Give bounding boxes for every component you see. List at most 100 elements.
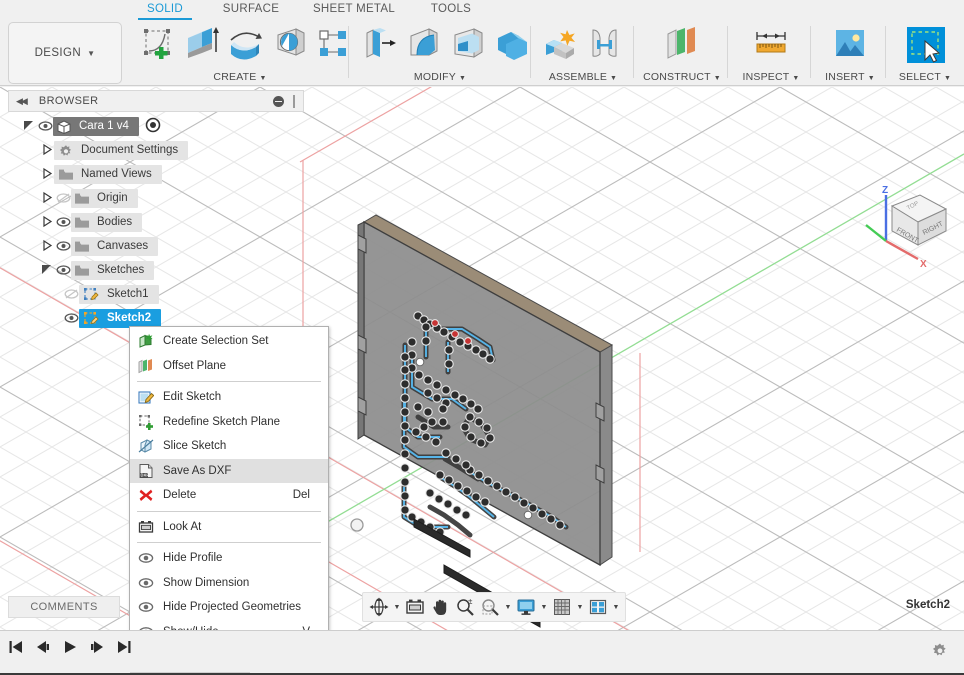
select-window-icon[interactable] <box>905 24 945 66</box>
menu-item-slice-sketch[interactable]: Slice Sketch <box>130 434 328 459</box>
ribbon-group-create: CREATE ▼ <box>134 20 346 86</box>
zoom-window-icon[interactable] <box>478 595 502 619</box>
comments-panel-button[interactable]: COMMENTS <box>8 596 120 618</box>
menu-item-show-dimension[interactable]: Show Dimension <box>130 571 328 596</box>
tree-item-canvases[interactable]: Canvases <box>0 234 300 258</box>
tree-item-label: Canvases <box>97 240 149 252</box>
tab-sheet-metal[interactable]: SHEET METAL <box>306 0 402 20</box>
press-pull-icon[interactable] <box>360 24 400 66</box>
expander-closed-icon[interactable] <box>40 215 54 229</box>
tree-item-bodies[interactable]: Bodies <box>0 210 300 234</box>
menu-item-label: Create Selection Set <box>163 335 269 348</box>
expander-closed-icon[interactable] <box>40 191 54 205</box>
visibility-eye-hidden-icon[interactable] <box>56 192 71 204</box>
chevron-down-icon[interactable]: ▼ <box>392 604 402 611</box>
tab-sheet-metal-label: SHEET METAL <box>312 3 396 15</box>
tree-item-sketches[interactable]: Sketches <box>0 258 300 282</box>
play-icon[interactable] <box>62 639 78 655</box>
measure-icon[interactable] <box>751 24 791 66</box>
expander-open-icon[interactable] <box>40 263 54 277</box>
tree-item-label: Sketch1 <box>107 288 149 300</box>
selection-set-icon <box>138 333 154 349</box>
zoom-icon[interactable]: ± <box>453 595 477 619</box>
timeline-settings-gear-icon[interactable] <box>931 642 949 660</box>
expander-closed-icon[interactable] <box>40 167 54 181</box>
offset-plane-icon[interactable] <box>662 24 702 66</box>
menu-item-hide-profile[interactable]: Hide Profile <box>130 546 328 571</box>
revolve-icon[interactable] <box>226 24 266 66</box>
chevron-down-icon[interactable]: ▼ <box>539 604 549 611</box>
step-back-icon[interactable] <box>35 639 51 655</box>
chevron-down-icon[interactable]: ▼ <box>575 604 585 611</box>
activate-component-radio[interactable] <box>145 117 161 136</box>
extrude-icon[interactable] <box>182 24 222 66</box>
tree-item-label: Bodies <box>97 216 133 228</box>
folder-icon <box>58 168 74 181</box>
ribbon-group-insert: INSERT ▼ <box>817 20 883 86</box>
dxf-icon: DXF <box>138 463 154 479</box>
ribbon-group-insert-label: INSERT <box>825 71 865 83</box>
combine-icon[interactable] <box>492 24 532 66</box>
minus-circle-icon[interactable] <box>273 95 284 107</box>
create-sketch-icon[interactable] <box>138 24 178 66</box>
expander-open-icon[interactable] <box>22 119 36 133</box>
viewports-icon[interactable] <box>586 595 610 619</box>
visibility-eye-icon[interactable] <box>56 216 71 228</box>
chevron-down-icon[interactable]: ▼ <box>611 604 621 611</box>
visibility-eye-icon[interactable] <box>56 240 71 252</box>
visibility-eye-icon[interactable] <box>56 264 71 276</box>
tree-item-document-settings[interactable]: Document Settings <box>0 138 300 162</box>
chevron-down-icon[interactable]: ▼ <box>503 604 513 611</box>
tree-item-named-views[interactable]: Named Views <box>0 162 300 186</box>
redefine-plane-icon <box>138 414 154 430</box>
step-forward-icon[interactable] <box>89 639 105 655</box>
pan-hand-icon[interactable] <box>428 595 452 619</box>
ribbon-group-construct: CONSTRUCT ▼ <box>640 20 724 86</box>
menu-item-offset-plane[interactable]: Offset Plane <box>130 354 328 379</box>
browser-panel-header: ◀◀ BROWSER <box>8 90 304 112</box>
expander-closed-icon[interactable] <box>40 143 54 157</box>
visibility-eye-icon[interactable] <box>38 120 53 132</box>
menu-item-edit-sketch[interactable]: Edit Sketch <box>130 385 328 410</box>
tree-item-origin[interactable]: Origin <box>0 186 300 210</box>
look-at-icon[interactable] <box>403 595 427 619</box>
tree-item-sketch1[interactable]: Sketch1 <box>0 282 300 306</box>
menu-item-hide-projected-geometries[interactable]: Hide Projected Geometries <box>130 595 328 620</box>
orbit-icon[interactable] <box>367 595 391 619</box>
tab-surface[interactable]: SURFACE <box>214 0 288 20</box>
menu-item-delete[interactable]: Delete Del <box>130 483 328 508</box>
fillet-icon[interactable] <box>404 24 444 66</box>
menu-item-redefine-sketch-plane[interactable]: Redefine Sketch Plane <box>130 410 328 435</box>
ribbon-group-inspect: INSPECT ▼ <box>734 20 808 86</box>
view-cube[interactable]: Z X FRONT RIGHT TOP <box>860 179 958 283</box>
go-to-end-icon[interactable] <box>116 639 132 655</box>
grid-snaps-icon[interactable] <box>550 595 574 619</box>
display-settings-icon[interactable] <box>514 595 538 619</box>
sketch-context-menu[interactable]: Create Selection Set Offset Plane Edit S… <box>129 326 329 630</box>
tab-solid[interactable]: SOLID <box>136 0 194 21</box>
visibility-eye-icon[interactable] <box>64 312 79 324</box>
tree-item-cara-1-v4[interactable]: Cara 1 v4 <box>0 114 300 138</box>
insert-image-icon[interactable] <box>830 24 870 66</box>
tab-surface-label: SURFACE <box>222 3 280 15</box>
shell-icon[interactable] <box>448 24 488 66</box>
collapse-left-icon[interactable]: ◀◀ <box>16 96 28 107</box>
menu-item-label: Offset Plane <box>163 359 227 372</box>
visibility-eye-hidden-icon[interactable] <box>64 288 79 300</box>
timeline-bar <box>0 630 964 675</box>
tab-tools[interactable]: TOOLS <box>420 0 482 20</box>
expander-closed-icon[interactable] <box>40 239 54 253</box>
3d-viewport[interactable]: Z X FRONT RIGHT TOP ◀◀ BROWSER Cara 1 v4… <box>0 87 964 630</box>
menu-item-save-as-dxf[interactable]: DXF Save As DXF <box>130 458 328 483</box>
panel-resize-grip[interactable] <box>293 95 295 108</box>
tab-solid-label: SOLID <box>146 3 183 15</box>
menu-item-show-hide[interactable]: Show/Hide V <box>130 620 328 630</box>
fusion360-app-window: SOLID SURFACE SHEET METAL TOOLS DESIGN ▼ <box>0 0 964 675</box>
menu-item-create-selection-set[interactable]: Create Selection Set <box>130 329 328 354</box>
new-component-icon[interactable] <box>541 24 581 66</box>
menu-item-look-at[interactable]: Look At <box>130 515 328 540</box>
go-to-start-icon[interactable] <box>8 639 24 655</box>
workspace-switcher-button[interactable]: DESIGN ▼ <box>8 22 122 84</box>
joint-icon[interactable] <box>585 24 625 66</box>
sweep-icon[interactable] <box>270 24 310 66</box>
